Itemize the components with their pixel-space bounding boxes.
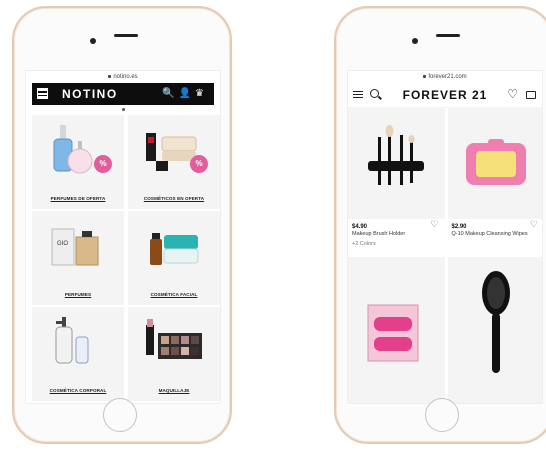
product-card[interactable] <box>348 257 445 403</box>
phone-notino: notino.es NOTINO 🔍👤♛ % PERFUMES DE OFERT… <box>12 6 232 444</box>
perfume-bottles-image <box>53 125 93 174</box>
forever21-screen: forever21.com FOREVER 21 ♡ ♡ $4.90 Makeu… <box>347 70 543 404</box>
crown-icon[interactable]: ♛ <box>195 88 208 99</box>
product-card[interactable]: ♡ $4.90 Makeup Brush Holder +2 Colors <box>348 107 445 257</box>
phone-speaker <box>114 34 138 37</box>
product-grid: ♡ $4.90 Makeup Brush Holder +2 Colors ♡ <box>348 107 543 403</box>
url-text: notino.es <box>113 74 138 80</box>
home-button[interactable] <box>425 398 459 432</box>
home-button[interactable] <box>103 398 137 432</box>
toe-separators-image <box>367 304 419 362</box>
product-image[interactable] <box>348 107 445 219</box>
heart-icon[interactable]: ♡ <box>507 87 518 101</box>
category-label: COSMÉTICA CORPORAL <box>49 388 107 393</box>
product-colors[interactable]: +2 Colors <box>352 241 441 248</box>
cleansing-wipes-image <box>465 139 526 185</box>
product-name[interactable]: Q-10 Makeup Cleansing Wipes <box>452 231 541 238</box>
notino-header: NOTINO 🔍👤♛ <box>32 83 214 105</box>
discount-badge: % <box>190 155 208 173</box>
product-image[interactable] <box>348 257 445 403</box>
notino-screen: notino.es NOTINO 🔍👤♛ % PERFUMES DE OFERT… <box>25 70 221 404</box>
category-label: COSMÉTICOS EN OFERTA <box>143 196 205 201</box>
cosmetics-image <box>146 133 197 171</box>
category-maquillaje[interactable]: MAQUILLAJE <box>128 307 220 401</box>
category-perfumes[interactable]: GIO PERFUMES <box>32 211 124 305</box>
lock-icon <box>108 74 112 78</box>
category-label: PERFUMES <box>64 292 92 297</box>
category-label: COSMÉTICA FACIAL <box>150 292 198 297</box>
category-grid: % PERFUMES DE OFERTA % COSMÉTICOS EN OFE… <box>32 115 220 401</box>
notino-logo[interactable]: NOTINO <box>62 83 118 105</box>
category-cosmetica-facial[interactable]: COSMÉTICA FACIAL <box>128 211 220 305</box>
category-label: MAQUILLAJE <box>158 388 190 393</box>
category-perfumes-oferta[interactable]: % PERFUMES DE OFERTA <box>32 115 124 209</box>
phone-speaker <box>436 34 460 37</box>
user-icon[interactable]: 👤 <box>179 88 195 99</box>
product-image[interactable] <box>447 257 542 403</box>
product-image[interactable] <box>447 107 542 219</box>
bag-icon[interactable] <box>526 91 536 99</box>
product-card[interactable]: ♡ $2.90 Q-10 Makeup Cleansing Wipes <box>447 107 543 257</box>
product-price: $2.90 <box>451 224 467 230</box>
wishlist-heart-icon[interactable]: ♡ <box>430 219 438 230</box>
menu-icon[interactable] <box>37 88 48 99</box>
address-bar[interactable]: forever21.com <box>348 71 542 83</box>
makeup-image <box>146 319 202 359</box>
brush-holder-image <box>368 125 424 185</box>
perfumes-image: GIO <box>51 228 99 266</box>
url-text: forever21.com <box>428 74 467 80</box>
search-icon[interactable]: 🔍 <box>162 88 178 99</box>
product-card[interactable] <box>447 257 542 403</box>
category-label: PERFUMES DE OFERTA <box>50 196 106 201</box>
discount-badge: % <box>94 155 112 173</box>
body-cosmetics-image <box>55 317 89 364</box>
forever21-header: FOREVER 21 ♡ <box>348 83 542 108</box>
phone-camera <box>412 38 418 44</box>
header-icons: 🔍👤♛ <box>162 83 208 105</box>
svg-text:GIO: GIO <box>57 241 68 247</box>
category-cosmetica-corporal[interactable]: COSMÉTICA CORPORAL <box>32 307 124 401</box>
phone-camera <box>90 38 96 44</box>
product-price: $4.90 <box>352 224 368 230</box>
address-bar[interactable]: notino.es <box>26 71 220 83</box>
product-info: $2.90 Q-10 Makeup Cleansing Wipes <box>448 219 543 243</box>
lock-icon <box>423 74 427 78</box>
facial-cosmetics-image <box>150 233 199 265</box>
phone-forever21: forever21.com FOREVER 21 ♡ ♡ $4.90 Makeu… <box>334 6 546 444</box>
product-name[interactable]: Makeup Brush Holder <box>352 231 441 238</box>
carousel-dot <box>121 108 125 111</box>
hair-brush-image <box>481 271 510 373</box>
wishlist-heart-icon[interactable]: ♡ <box>530 219 538 230</box>
category-cosmeticos-oferta[interactable]: % COSMÉTICOS EN OFERTA <box>128 115 220 209</box>
